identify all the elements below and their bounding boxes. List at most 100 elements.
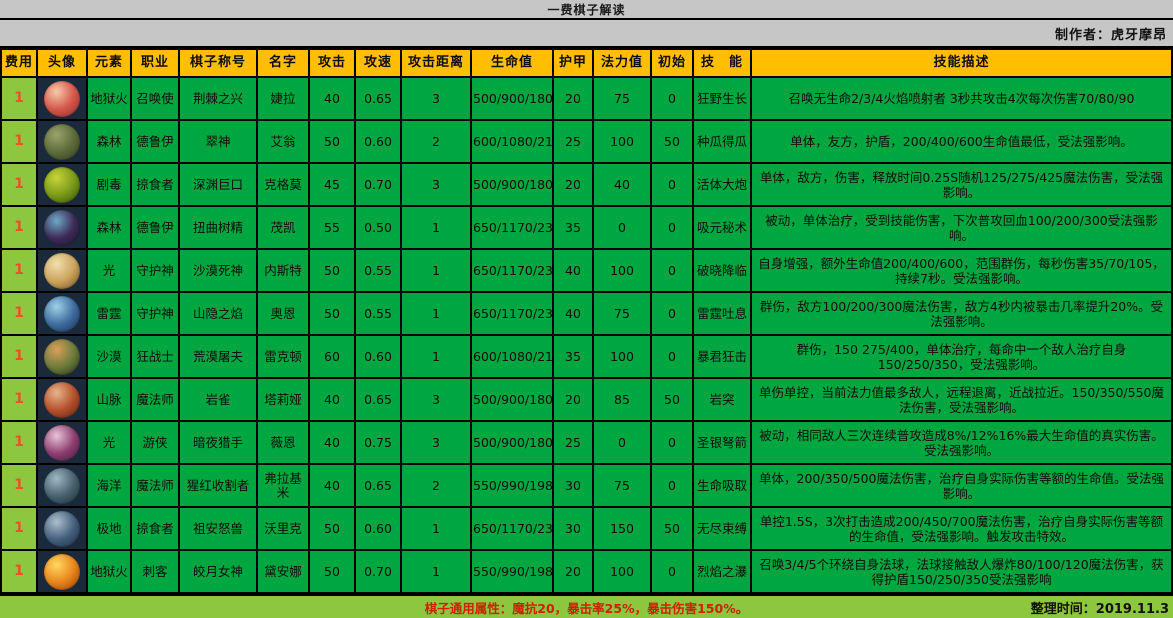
cell-hp[interactable]: 600/1080/2160 bbox=[470, 334, 554, 379]
cell-cost[interactable]: 1 bbox=[0, 291, 38, 336]
column-header-armor[interactable]: 护甲 bbox=[552, 48, 594, 78]
table-row[interactable]: 1 地狱火 召唤使 荆棘之兴 婕拉 40 0.65 3 500/900/1800 20 75 0 狂野生… bbox=[0, 76, 1173, 121]
cell-title[interactable]: 皎月女神 bbox=[178, 549, 258, 594]
cell-attack[interactable]: 50 bbox=[308, 291, 356, 336]
cell-element[interactable]: 沙漠 bbox=[86, 334, 132, 379]
cell-job[interactable]: 掠食者 bbox=[130, 506, 180, 551]
cell-armor[interactable]: 35 bbox=[552, 205, 594, 250]
cell-attack-speed[interactable]: 0.60 bbox=[354, 119, 402, 164]
cell-hp[interactable]: 650/1170/2340 bbox=[470, 248, 554, 293]
cell-initial[interactable]: 0 bbox=[650, 205, 694, 250]
cell-attack-speed[interactable]: 0.70 bbox=[354, 549, 402, 594]
cell-initial[interactable]: 0 bbox=[650, 291, 694, 336]
cell-skill-desc[interactable]: 单体，200/350/500魔法伤害，治疗自身实际伤害等额的生命值。受法强影响。 bbox=[750, 463, 1173, 508]
cell-skill[interactable]: 吸元秘术 bbox=[692, 205, 752, 250]
cell-job[interactable]: 魔法师 bbox=[130, 377, 180, 422]
cell-job[interactable]: 掠食者 bbox=[130, 162, 180, 207]
cell-name[interactable]: 沃里克 bbox=[256, 506, 310, 551]
cell-cost[interactable]: 1 bbox=[0, 506, 38, 551]
cell-attack-speed[interactable]: 0.50 bbox=[354, 205, 402, 250]
table-row[interactable]: 1 剧毒 掠食者 深渊巨口 克格莫 45 0.70 3 500/900/1800 20 40 0 活体大… bbox=[0, 162, 1173, 207]
cell-initial[interactable]: 0 bbox=[650, 420, 694, 465]
cell-mana[interactable]: 75 bbox=[592, 76, 652, 121]
cell-element[interactable]: 森林 bbox=[86, 119, 132, 164]
cell-attack-speed[interactable]: 0.65 bbox=[354, 76, 402, 121]
cell-skill[interactable]: 圣银弩箭 bbox=[692, 420, 752, 465]
table-row[interactable]: 1极地掠食者祖安怒兽沃里克500.601650/1170/23403015050… bbox=[0, 506, 1173, 551]
cell-mana[interactable]: 100 bbox=[592, 334, 652, 379]
table-row[interactable]: 1 山脉 魔法师 岩雀 塔莉娅 40 0.65 3 500/900/1800 20 85 50 岩突 单伤… bbox=[0, 377, 1173, 422]
cell-skill-desc[interactable]: 召唤3/4/5个环绕自身法球，法球接触敌人爆炸80/100/120魔法伤害，获得… bbox=[750, 549, 1173, 594]
cell-armor[interactable]: 20 bbox=[552, 549, 594, 594]
table-row[interactable]: 1 地狱火 刺客 皎月女神 黛安娜 50 0.70 1 550/990/1980 20 100 0 烈焰… bbox=[0, 549, 1173, 594]
cell-cost[interactable]: 1 bbox=[0, 162, 38, 207]
cell-skill[interactable]: 岩突 bbox=[692, 377, 752, 422]
cell-skill-desc[interactable]: 群伤，150 275/400，单体治疗，每命中一个敌人治疗自身150/250/3… bbox=[750, 334, 1173, 379]
cell-job[interactable]: 召唤使 bbox=[130, 76, 180, 121]
cell-attack-range[interactable]: 1 bbox=[400, 205, 472, 250]
cell-title[interactable]: 沙漠死神 bbox=[178, 248, 258, 293]
cell-initial[interactable]: 50 bbox=[650, 377, 694, 422]
cell-avatar[interactable] bbox=[36, 506, 88, 551]
cell-avatar[interactable] bbox=[36, 549, 88, 594]
cell-avatar[interactable] bbox=[36, 248, 88, 293]
cell-skill[interactable]: 生命吸取 bbox=[692, 463, 752, 508]
cell-avatar[interactable] bbox=[36, 76, 88, 121]
table-row[interactable]: 1光守护神沙漠死神内斯特500.551650/1170/2340401000破晓… bbox=[0, 248, 1173, 293]
cell-skill-desc[interactable]: 单控1.5S，3次打击造成200/450/700魔法伤害，治疗自身实际伤害等额的… bbox=[750, 506, 1173, 551]
cell-element[interactable]: 极地 bbox=[86, 506, 132, 551]
cell-armor[interactable]: 20 bbox=[552, 162, 594, 207]
cell-attack-range[interactable]: 1 bbox=[400, 506, 472, 551]
cell-element[interactable]: 海洋 bbox=[86, 463, 132, 508]
cell-cost[interactable]: 1 bbox=[0, 420, 38, 465]
cell-armor[interactable]: 40 bbox=[552, 248, 594, 293]
cell-avatar[interactable] bbox=[36, 119, 88, 164]
cell-armor[interactable]: 30 bbox=[552, 463, 594, 508]
cell-mana[interactable]: 75 bbox=[592, 463, 652, 508]
cell-name[interactable]: 弗拉基米 bbox=[256, 463, 310, 508]
table-row[interactable]: 1 海洋 魔法师 猩红收割者 弗拉基米 40 0.65 2 550/990/1980 30 75 0 生… bbox=[0, 463, 1173, 508]
cell-attack-speed[interactable]: 0.75 bbox=[354, 420, 402, 465]
cell-name[interactable]: 雷克顿 bbox=[256, 334, 310, 379]
cell-skill-desc[interactable]: 被动，单体治疗，受到技能伤害，下次普攻回血100/200/300受法强影响。 bbox=[750, 205, 1173, 250]
cell-avatar[interactable] bbox=[36, 205, 88, 250]
cell-name[interactable]: 薇恩 bbox=[256, 420, 310, 465]
cell-title[interactable]: 扭曲树精 bbox=[178, 205, 258, 250]
cell-attack-speed[interactable]: 0.65 bbox=[354, 463, 402, 508]
cell-skill-desc[interactable]: 被动，相同敌人三次连续普攻造成8%/12%16%最大生命值的真实伤害。受法强影响… bbox=[750, 420, 1173, 465]
cell-hp[interactable]: 600/1080/2160 bbox=[470, 119, 554, 164]
cell-job[interactable]: 狂战士 bbox=[130, 334, 180, 379]
cell-job[interactable]: 游侠 bbox=[130, 420, 180, 465]
cell-mana[interactable]: 100 bbox=[592, 119, 652, 164]
cell-skill-desc[interactable]: 召唤无生命2/3/4火焰喷射者 3秒共攻击4次每次伤害70/80/90 bbox=[750, 76, 1173, 121]
cell-title[interactable]: 翠神 bbox=[178, 119, 258, 164]
cell-title[interactable]: 岩雀 bbox=[178, 377, 258, 422]
cell-cost[interactable]: 1 bbox=[0, 205, 38, 250]
cell-name[interactable]: 黛安娜 bbox=[256, 549, 310, 594]
cell-hp[interactable]: 500/900/1800 bbox=[470, 76, 554, 121]
cell-avatar[interactable] bbox=[36, 420, 88, 465]
cell-attack-range[interactable]: 1 bbox=[400, 549, 472, 594]
cell-attack-range[interactable]: 3 bbox=[400, 76, 472, 121]
cell-avatar[interactable] bbox=[36, 334, 88, 379]
cell-job[interactable]: 守护神 bbox=[130, 248, 180, 293]
cell-skill-desc[interactable]: 自身增强，额外生命值200/400/600，范围群伤，每秒伤害35/70/105… bbox=[750, 248, 1173, 293]
cell-attack-range[interactable]: 2 bbox=[400, 119, 472, 164]
cell-mana[interactable]: 0 bbox=[592, 205, 652, 250]
cell-attack-range[interactable]: 2 bbox=[400, 463, 472, 508]
cell-attack-range[interactable]: 1 bbox=[400, 248, 472, 293]
cell-cost[interactable]: 1 bbox=[0, 463, 38, 508]
cell-attack-speed[interactable]: 0.55 bbox=[354, 291, 402, 336]
cell-cost[interactable]: 1 bbox=[0, 119, 38, 164]
cell-hp[interactable]: 650/1170/2340 bbox=[470, 291, 554, 336]
cell-avatar[interactable] bbox=[36, 291, 88, 336]
cell-mana[interactable]: 150 bbox=[592, 506, 652, 551]
cell-attack-speed[interactable]: 0.65 bbox=[354, 377, 402, 422]
column-header-job[interactable]: 职业 bbox=[130, 48, 180, 78]
cell-armor[interactable]: 20 bbox=[552, 76, 594, 121]
cell-job[interactable]: 刺客 bbox=[130, 549, 180, 594]
cell-armor[interactable]: 25 bbox=[552, 119, 594, 164]
column-header-attack-range[interactable]: 攻击距离 bbox=[400, 48, 472, 78]
cell-mana[interactable]: 100 bbox=[592, 248, 652, 293]
cell-skill-desc[interactable]: 单体，敌方，伤害，释放时间0.25S随机125/275/425魔法伤害，受法强影… bbox=[750, 162, 1173, 207]
